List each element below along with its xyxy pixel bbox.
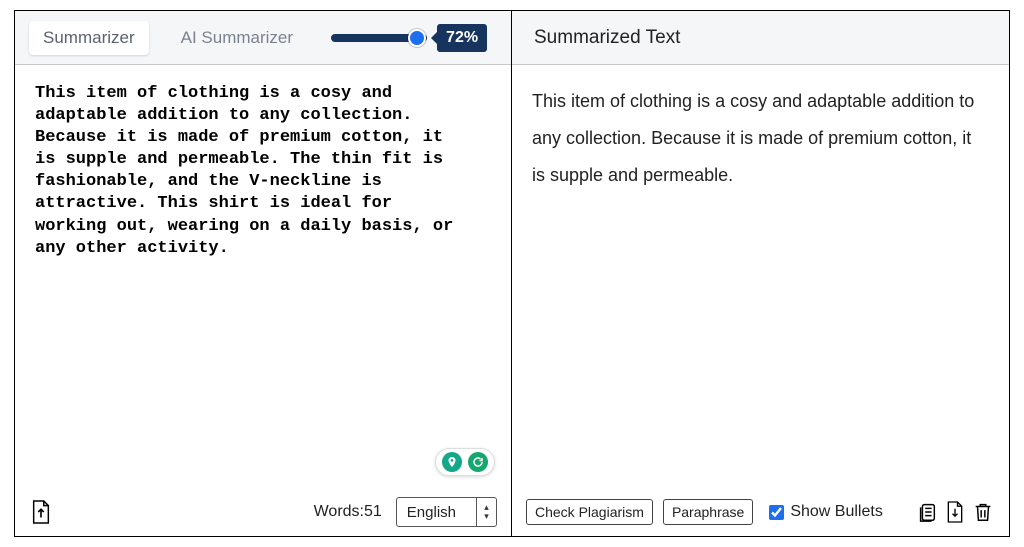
- stepper-icon[interactable]: ▴▾: [476, 498, 496, 526]
- extension-badge[interactable]: [435, 448, 495, 476]
- input-body: This item of clothing is a cosy and adap…: [15, 65, 511, 488]
- input-footer: Words:51 English ▴▾: [15, 488, 511, 536]
- slider-thumb[interactable]: [408, 29, 426, 47]
- slider-track[interactable]: [331, 34, 427, 42]
- slider-value-badge: 72%: [437, 24, 487, 52]
- output-title: Summarized Text: [534, 27, 680, 49]
- length-slider[interactable]: 72%: [331, 24, 487, 52]
- summarized-text: This item of clothing is a cosy and adap…: [532, 83, 989, 194]
- pin-icon[interactable]: [442, 452, 462, 472]
- refresh-icon[interactable]: [468, 452, 488, 472]
- language-select[interactable]: English ▴▾: [396, 497, 497, 527]
- show-bullets-label: Show Bullets: [790, 503, 883, 521]
- download-icon[interactable]: [943, 500, 967, 524]
- trash-icon[interactable]: [971, 500, 995, 524]
- input-pane: Summarizer AI Summarizer 72% This item o…: [15, 11, 512, 536]
- tab-ai-summarizer[interactable]: AI Summarizer: [167, 21, 307, 55]
- tab-summarizer[interactable]: Summarizer: [29, 21, 149, 55]
- summarizer-app: Summarizer AI Summarizer 72% This item o…: [14, 10, 1010, 537]
- output-header: Summarized Text: [512, 11, 1009, 65]
- copy-icon[interactable]: [915, 500, 939, 524]
- output-body: This item of clothing is a cosy and adap…: [512, 65, 1009, 488]
- show-bullets-checkbox[interactable]: [769, 505, 784, 520]
- output-pane: Summarized Text This item of clothing is…: [512, 11, 1009, 536]
- check-plagiarism-button[interactable]: Check Plagiarism: [526, 499, 653, 525]
- output-action-icons: [915, 500, 995, 524]
- upload-icon[interactable]: [29, 500, 53, 524]
- show-bullets-toggle[interactable]: Show Bullets: [769, 503, 883, 521]
- word-count: Words:51: [314, 503, 382, 521]
- source-text[interactable]: This item of clothing is a cosy and adap…: [35, 83, 491, 260]
- input-header: Summarizer AI Summarizer 72%: [15, 11, 511, 65]
- language-label: English: [397, 498, 476, 526]
- output-footer: Check Plagiarism Paraphrase Show Bullets: [512, 488, 1009, 536]
- paraphrase-button[interactable]: Paraphrase: [663, 499, 753, 525]
